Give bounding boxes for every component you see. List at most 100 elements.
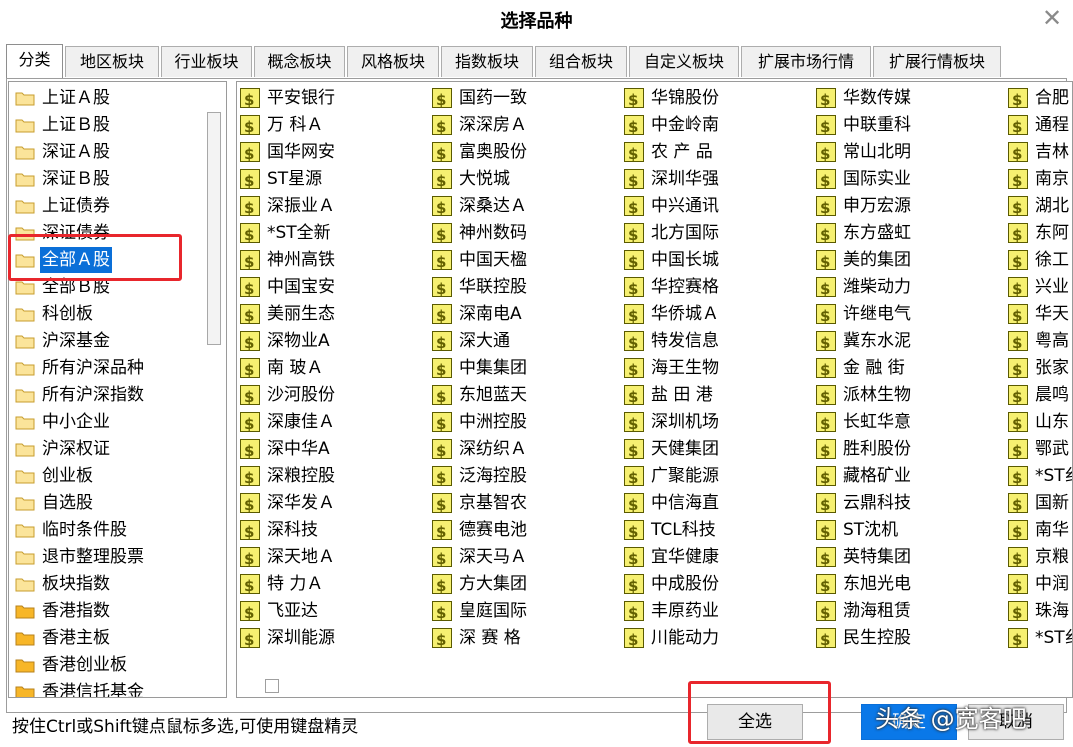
dollar-icon: $ [1008,547,1028,568]
tree-item-label: 深证Ａ股 [42,142,110,162]
stock-name: 东方盛虹 [843,223,911,243]
stock-name: 国际实业 [843,169,911,189]
stock-name: 华锦股份 [651,88,719,108]
stock-name: 方大集团 [459,574,527,594]
folder-icon [15,252,35,268]
tree-item-label: 退市整理股票 [42,547,144,567]
stock-name: 华天 [1035,304,1069,324]
dollar-icon: $ [624,358,644,379]
stock-list[interactable]: $ 平安银行 $ 万 科Ａ $ 国华网安 $ ST星源 $ 深振业Ａ $ *ST全新 $ 神州高铁 $ 中国宝… [236,81,1073,698]
dollar-icon: $ [432,520,452,541]
tab-7[interactable]: 自定义板块 [629,46,739,77]
dollar-icon: $ [1008,169,1028,190]
stock-name: 京基智农 [459,493,527,513]
list-checkbox[interactable] [265,679,279,693]
stock-name: 深桑达Ａ [459,196,527,216]
dollar-icon: $ [240,115,260,136]
folder-icon [15,90,35,106]
stock-name: 京粮 [1035,547,1069,567]
stock-name: 深科技 [267,520,318,540]
dollar-icon: $ [1008,223,1028,244]
dollar-icon: $ [624,331,644,352]
stock-name: 深大通 [459,331,510,351]
stock-name: 南华 [1035,520,1069,540]
dollar-icon: $ [1008,412,1028,433]
dollar-icon: $ [816,412,836,433]
dollar-icon: $ [816,169,836,190]
stock-name: 中集集团 [459,358,527,378]
stock-name: 神州数码 [459,223,527,243]
dollar-icon: $ [816,547,836,568]
tree-scrollbar-thumb[interactable] [207,112,221,345]
stock-name: 许继电气 [843,304,911,324]
stock-name: 神州高铁 [267,250,335,270]
stock-name: 农 产 品 [651,142,713,162]
tab-8[interactable]: 扩展市场行情 [741,46,871,77]
stock-name: 富奥股份 [459,142,527,162]
dialog-titlebar: 选择品种 ✕ [0,0,1073,38]
stock-name: 德赛电池 [459,520,527,540]
tab-3[interactable]: 概念板块 [254,46,345,77]
folder-icon [15,144,35,160]
category-tree[interactable]: 上证Ａ股 上证Ｂ股 深证Ａ股 深证Ｂ股 上证债券 深证债券 全部Ａ股 全部Ｂ股 科创板 沪深基金所… [8,81,227,698]
dollar-icon: $ [816,115,836,136]
dollar-icon: $ [432,493,452,514]
folder-icon [15,630,35,646]
dollar-icon: $ [432,628,452,649]
dollar-icon: $ [624,493,644,514]
stock-name: 川能动力 [651,628,719,648]
tree-item-label: 香港指数 [42,601,110,621]
dollar-icon: $ [432,304,452,325]
stock-name: 天健集团 [651,439,719,459]
dollar-icon: $ [432,412,452,433]
dollar-icon: $ [240,331,260,352]
dollar-icon: $ [816,223,836,244]
dollar-icon: $ [624,88,644,109]
stock-name: 东阿 [1035,223,1069,243]
stock-name: 英特集团 [843,547,911,567]
tab-6[interactable]: 组合板块 [535,46,627,77]
dollar-icon: $ [816,385,836,406]
dollar-icon: $ [816,142,836,163]
stock-name: 深物业A [267,331,330,351]
dollar-icon: $ [1008,574,1028,595]
tab-1[interactable]: 地区板块 [65,46,159,77]
dollar-icon: $ [240,466,260,487]
tree-item-label: 科创板 [42,304,93,324]
stock-name: 国新 [1035,493,1069,513]
folder-icon [15,441,35,457]
dollar-icon: $ [432,277,452,298]
stock-name: *ST纟 [1035,628,1072,648]
tree-item-label: 自选股 [42,493,93,513]
stock-name: 珠海 [1035,601,1069,621]
stock-name: 广聚能源 [651,466,719,486]
tree-item-label: 上证Ｂ股 [42,115,110,135]
stock-name: 平安银行 [267,88,335,108]
dollar-icon: $ [816,277,836,298]
stock-name: 兴业 [1035,277,1069,297]
stock-name: 渤海租赁 [843,601,911,621]
tab-2[interactable]: 行业板块 [161,46,252,77]
dollar-icon: $ [240,547,260,568]
dollar-icon: $ [624,223,644,244]
stock-name: 盐 田 港 [651,385,713,405]
stock-name: 国药一致 [459,88,527,108]
stock-name: 中润 [1035,574,1069,594]
tab-0[interactable]: 分类 [6,44,63,78]
dollar-icon: $ [240,142,260,163]
dollar-icon: $ [240,601,260,622]
folder-icon [15,603,35,619]
tab-9[interactable]: 扩展行情板块 [873,46,1001,77]
dollar-icon: $ [240,385,260,406]
stock-name: 东旭光电 [843,574,911,594]
tab-4[interactable]: 风格板块 [347,46,439,77]
dollar-icon: $ [816,439,836,460]
dollar-icon: $ [240,277,260,298]
tree-item-label: 全部Ｂ股 [42,277,110,297]
stock-name: 中洲控股 [459,412,527,432]
stock-name: 深圳机场 [651,412,719,432]
select-all-button[interactable]: 全选 [707,704,803,740]
close-icon[interactable]: ✕ [1037,4,1067,32]
dollar-icon: $ [432,115,452,136]
tab-5[interactable]: 指数板块 [441,46,533,77]
